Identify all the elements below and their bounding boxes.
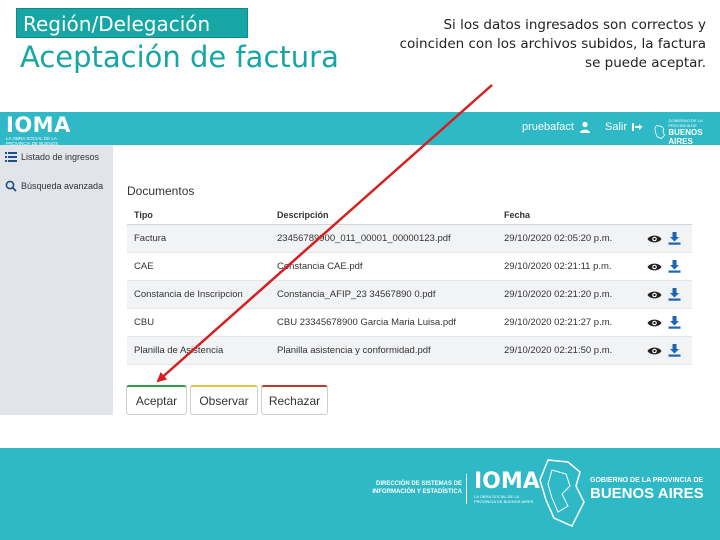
footer-ioma-logo: IOMA LA OBRA SOCIAL DE LA PROVINCIA DE B… — [474, 469, 540, 505]
slide-title: Aceptación de factura — [20, 40, 339, 74]
province-map-icon — [654, 125, 666, 139]
footer-gov-logo: GOBIERNO DE LA PROVINCIA DE BUENOS AIRES — [590, 476, 704, 502]
download-icon[interactable] — [668, 260, 681, 273]
row-actions — [647, 232, 692, 245]
sidebar: Listado de ingresos Búsqueda avanzada — [0, 145, 113, 415]
footer-divider — [466, 474, 467, 504]
table-row: CBU CBU 23345678900 Garcia Maria Luisa.p… — [127, 309, 692, 337]
footer-direccion: DIRECCIÓN DE SISTEMAS DE INFORMACIÓN Y E… — [372, 481, 462, 495]
row-actions — [647, 288, 692, 301]
documents-table: Tipo Descripción Fecha Factura 234567899… — [127, 205, 692, 365]
eye-icon[interactable] — [647, 262, 662, 272]
logo-text: IOMA — [6, 113, 71, 137]
cell-tipo: Constancia de Inscripcion — [134, 289, 243, 300]
eye-icon[interactable] — [647, 318, 662, 328]
observe-button[interactable]: Observar — [190, 385, 258, 415]
table-row: Planilla de Asistencia Planilla asistenc… — [127, 337, 692, 365]
download-icon[interactable] — [668, 344, 681, 357]
gov-text: GOBIERNO DE LA PROVINCIA DE BUENOS AIRES — [668, 118, 720, 146]
sidebar-item-label: Búsqueda avanzada — [21, 181, 104, 191]
gov-line2: BUENOS AIRES — [668, 128, 703, 146]
cell-fecha: 29/10/2020 02:21:50 p.m. — [504, 345, 613, 356]
download-icon[interactable] — [668, 316, 681, 329]
cell-descripcion: Constancia CAE.pdf — [277, 261, 363, 272]
footer-ioma-text: IOMA — [474, 469, 540, 494]
download-icon[interactable] — [668, 288, 681, 301]
search-icon — [5, 180, 17, 192]
eye-icon[interactable] — [647, 290, 662, 300]
sidebar-item-listado[interactable]: Listado de ingresos — [5, 152, 99, 162]
reject-button[interactable]: Rechazar — [261, 385, 328, 415]
row-actions — [647, 260, 692, 273]
column-fecha: Fecha — [504, 209, 531, 220]
table-row: Factura 23456789900_011_00001_00000123.p… — [127, 225, 692, 253]
cell-tipo: CBU — [134, 317, 155, 328]
cell-tipo: Factura — [134, 233, 167, 244]
cell-fecha: 29/10/2020 02:21:20 p.m. — [504, 289, 613, 300]
documents-title: Documentos — [127, 184, 195, 198]
cell-fecha: 29/10/2020 02:21:11 p.m. — [504, 261, 612, 272]
footer-ioma-subtext: LA OBRA SOCIAL DE LA PROVINCIA DE BUENOS… — [474, 494, 534, 504]
region-label: Región/Delegación — [16, 8, 248, 38]
province-map-icon — [539, 459, 585, 527]
column-descripcion: Descripción — [277, 209, 329, 220]
list-icon — [5, 152, 17, 162]
gov-line1: GOBIERNO DE LA PROVINCIA DE — [668, 118, 703, 128]
instruction-note: Si los datos ingresados son correctos y … — [399, 17, 706, 71]
row-actions — [647, 316, 692, 329]
table-header: Tipo Descripción Fecha — [127, 205, 692, 225]
cell-fecha: 29/10/2020 02:21:27 p.m. — [504, 317, 613, 328]
cell-descripcion: Constancia_AFIP_23 34567890 0.pdf — [277, 289, 436, 300]
sidebar-item-busqueda[interactable]: Búsqueda avanzada — [5, 180, 103, 192]
table-row: Constancia de Inscripcion Constancia_AFI… — [127, 281, 692, 309]
accept-button[interactable]: Aceptar — [126, 385, 187, 415]
gov-logo: GOBIERNO DE LA PROVINCIA DE BUENOS AIRES — [654, 118, 720, 146]
footer: DIRECCIÓN DE SISTEMAS DE INFORMACIÓN Y E… — [0, 448, 720, 540]
cell-descripcion: CBU 23345678900 Garcia Maria Luisa.pdf — [277, 317, 457, 328]
eye-icon[interactable] — [647, 234, 662, 244]
cell-tipo: CAE — [134, 261, 154, 272]
footer-gov-line1: GOBIERNO DE LA PROVINCIA DE — [590, 477, 704, 484]
sidebar-item-label: Listado de ingresos — [21, 152, 100, 162]
exit-link[interactable]: Salir — [605, 121, 627, 133]
row-actions — [647, 344, 692, 357]
footer-gov-line2: BUENOS AIRES — [590, 485, 704, 502]
table-row: CAE Constancia CAE.pdf 29/10/2020 02:21:… — [127, 253, 692, 281]
exit-icon[interactable] — [631, 121, 643, 133]
cell-fecha: 29/10/2020 02:05:20 p.m. — [504, 233, 613, 244]
cell-tipo: Planilla de Asistencia — [134, 345, 224, 356]
cell-descripcion: Planilla asistencia y conformidad.pdf — [277, 345, 431, 356]
download-icon[interactable] — [668, 232, 681, 245]
eye-icon[interactable] — [647, 346, 662, 356]
username: pruebafact — [522, 121, 574, 133]
column-tipo: Tipo — [134, 209, 153, 220]
app-header: IOMA LA OBRA SOCIAL DE LA PROVINCIA DE B… — [0, 112, 720, 151]
user-icon — [579, 121, 590, 133]
cell-descripcion: 23456789900_011_00001_00000123.pdf — [277, 233, 451, 244]
user-area: pruebafact Salir — [522, 121, 643, 133]
